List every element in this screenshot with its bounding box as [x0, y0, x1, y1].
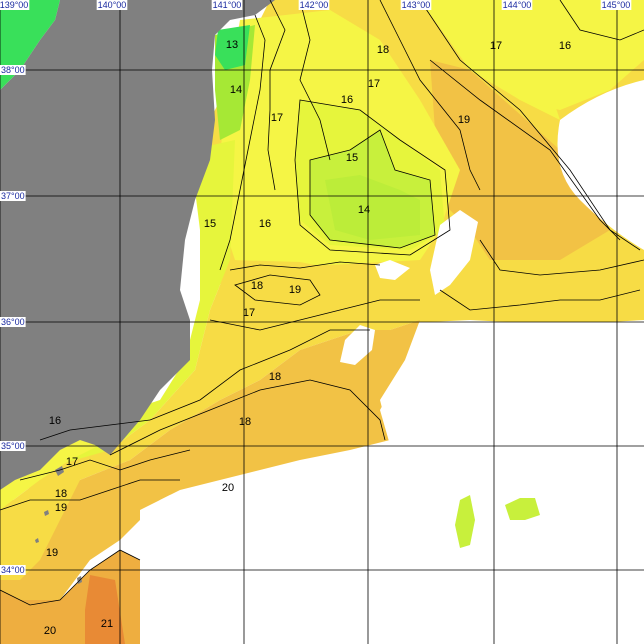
sea-surface-temperature-chart: 139°00 140°00 141°00 142°00 143°00 144°00 145°…: [0, 0, 644, 644]
isotherm-label-17: 17: [490, 40, 502, 52]
isotherm-label-19: 19: [55, 502, 67, 514]
isotherm-label-13: 13: [226, 39, 238, 51]
isotherm-label-18: 18: [239, 416, 251, 428]
isotherm-label-18: 18: [269, 371, 281, 383]
latitude-label: 38°00: [1, 65, 25, 75]
longitude-label: 143°00: [402, 0, 431, 10]
latitude-label: 35°00: [1, 441, 25, 451]
isotherm-label-18: 18: [377, 44, 389, 56]
isotherm-label-19: 19: [458, 114, 470, 126]
isotherm-label-17: 17: [243, 307, 255, 319]
latitude-label: 36°00: [1, 317, 25, 327]
latitude-label: 34°00: [1, 565, 25, 575]
longitude-label: 139°00: [0, 0, 28, 10]
longitude-label: 141°00: [213, 0, 242, 10]
isotherm-label-20: 20: [44, 625, 56, 637]
longitude-label: 140°00: [98, 0, 127, 10]
isotherm-label-15: 15: [346, 152, 358, 164]
isotherm-label-18: 18: [251, 280, 263, 292]
sst-map: 139°00 140°00 141°00 142°00 143°00 144°00 145°…: [0, 0, 644, 644]
isotherm-label-20: 20: [222, 482, 234, 494]
isotherm-label-19: 19: [46, 547, 58, 559]
longitude-label: 142°00: [300, 0, 329, 10]
longitude-label: 144°00: [503, 0, 532, 10]
isotherm-label-16: 16: [259, 218, 271, 230]
isotherm-label-16: 16: [49, 415, 61, 427]
isotherm-label-14: 14: [358, 204, 370, 216]
isotherm-label-19: 19: [289, 284, 301, 296]
isotherm-label-17: 17: [368, 78, 380, 90]
isotherm-label-18: 18: [55, 488, 67, 500]
isotherm-label-17: 17: [271, 112, 283, 124]
isotherm-label-16: 16: [559, 40, 571, 52]
isotherm-label-14: 14: [230, 84, 242, 96]
isotherm-label-16: 16: [341, 94, 353, 106]
isotherm-label-21: 21: [101, 618, 113, 630]
isotherm-label-17: 17: [66, 456, 78, 468]
isotherm-label-15: 15: [204, 218, 216, 230]
latitude-label: 37°00: [1, 191, 25, 201]
longitude-label: 145°00: [602, 0, 631, 10]
